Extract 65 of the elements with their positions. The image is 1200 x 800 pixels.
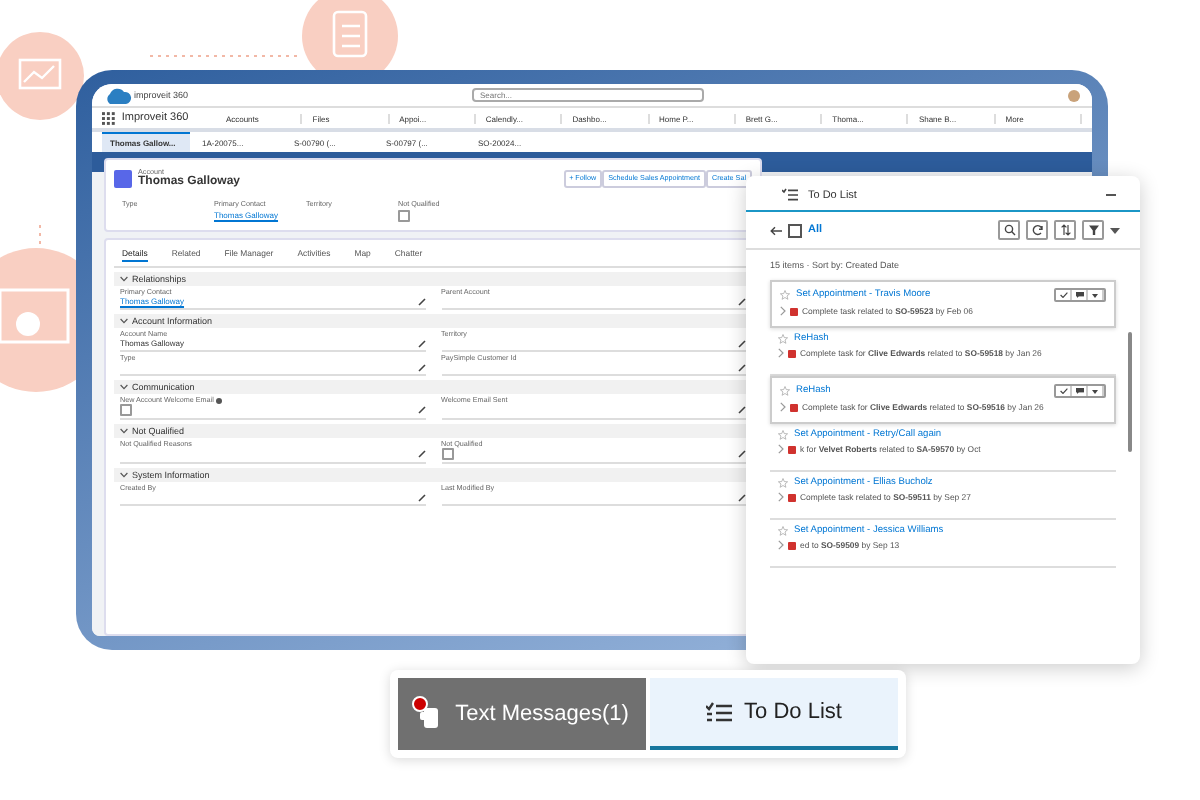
calendar-icon: [788, 541, 796, 549]
cloud-logo-icon: [104, 87, 132, 103]
pencil-icon[interactable]: [738, 363, 746, 371]
pencil-icon[interactable]: [417, 339, 425, 347]
task-actions-group[interactable]: [1054, 384, 1106, 398]
sort-button[interactable]: [1054, 220, 1076, 240]
filter-icon: [1087, 224, 1099, 236]
checkbox[interactable]: [441, 448, 453, 460]
chevron-icon: [120, 471, 128, 477]
chevron-icon: [120, 427, 128, 433]
pencil-icon[interactable]: [738, 493, 746, 501]
caret-icon[interactable]: [1092, 390, 1098, 394]
chevron-icon: [120, 275, 128, 281]
search-button[interactable]: [998, 220, 1020, 240]
calendar-icon: [790, 307, 798, 315]
task-actions-group[interactable]: [1054, 288, 1106, 302]
search-icon: [1003, 224, 1015, 236]
utility-tab[interactable]: To Do List: [650, 678, 898, 750]
chevron-icon[interactable]: [780, 306, 786, 316]
refresh-button[interactable]: [1026, 220, 1048, 240]
chevron-icon[interactable]: [780, 402, 786, 412]
checklist-icon: [782, 188, 798, 202]
calendar-icon: [790, 403, 798, 411]
pencil-icon[interactable]: [417, 363, 425, 371]
pencil-icon[interactable]: [417, 406, 425, 414]
list-view-icon: [788, 223, 802, 237]
back-arrow-icon[interactable]: [770, 225, 782, 235]
checkbox[interactable]: [120, 404, 132, 416]
star-icon[interactable]: [778, 334, 788, 344]
app-launcher-icon[interactable]: [102, 111, 116, 125]
pencil-icon[interactable]: [738, 450, 746, 458]
calendar-icon: [788, 493, 796, 501]
chat-icon[interactable]: [1075, 388, 1083, 394]
caret-icon[interactable]: [1092, 294, 1098, 298]
chevron-icon[interactable]: [778, 444, 784, 454]
checklist-icon: [706, 701, 733, 723]
calendar-icon: [788, 349, 796, 357]
star-icon[interactable]: [780, 386, 790, 396]
star-icon[interactable]: [778, 430, 788, 440]
utility-tab[interactable]: Text Messages(1): [398, 678, 646, 750]
chevron-icon: [120, 383, 128, 389]
chevron-icon[interactable]: [778, 540, 784, 550]
chat-icon[interactable]: [1075, 292, 1083, 298]
account-icon: [114, 169, 132, 187]
pencil-icon[interactable]: [738, 339, 746, 347]
pencil-icon[interactable]: [738, 297, 746, 305]
star-icon[interactable]: [778, 478, 788, 488]
star-icon[interactable]: [778, 526, 788, 536]
checkbox[interactable]: [398, 210, 410, 222]
chevron-icon[interactable]: [778, 348, 784, 358]
filter-button[interactable]: [1082, 220, 1104, 240]
star-icon[interactable]: [780, 290, 790, 300]
check-icon[interactable]: [1059, 292, 1067, 298]
pencil-icon[interactable]: [417, 493, 425, 501]
scrollbar[interactable]: [1128, 332, 1132, 452]
pencil-icon[interactable]: [738, 405, 746, 413]
sort-arrows-icon: [1059, 224, 1071, 236]
calendar-icon: [788, 445, 796, 453]
pencil-icon[interactable]: [417, 449, 425, 457]
chevron-icon[interactable]: [778, 492, 784, 502]
check-icon[interactable]: [1059, 388, 1067, 394]
refresh-icon: [1031, 224, 1043, 236]
chevron-icon: [120, 317, 128, 323]
pencil-icon[interactable]: [417, 297, 425, 305]
dropdown-caret-icon[interactable]: [1110, 227, 1120, 233]
